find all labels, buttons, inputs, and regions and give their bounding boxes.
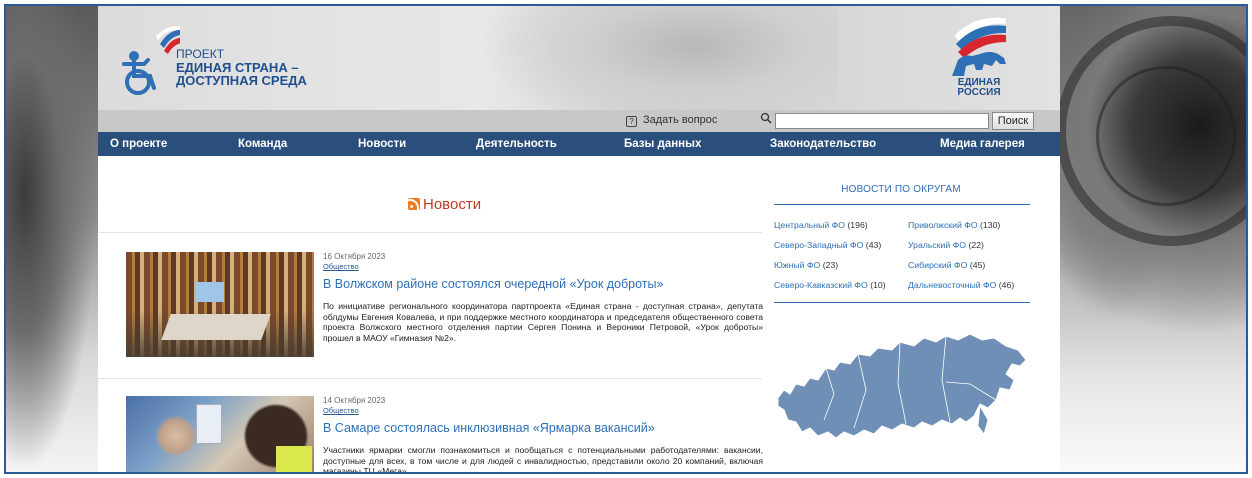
thumbnail-detail [276, 446, 312, 472]
article-excerpt: Участники ярмарки смогли познакомиться и… [323, 445, 763, 474]
district-count: (46) [998, 280, 1015, 290]
background-left [6, 6, 98, 472]
logo-right-line-2: РОССИЯ [957, 87, 1001, 98]
wheelchair-hub-decoration [1096, 66, 1236, 206]
sakhalin-shape[interactable] [977, 404, 989, 435]
district-north-caucasus[interactable]: Северо-Кавказский ФО (10) [774, 280, 886, 290]
search-button[interactable]: Поиск [992, 112, 1034, 130]
site-header: ПРОЕКТ ЕДИНАЯ СТРАНА – ДОСТУПНАЯ СРЕДА Е… [98, 6, 1060, 110]
nav-item-legislation[interactable]: Законодательство [770, 132, 876, 156]
russia-map[interactable] [774, 324, 1030, 454]
main-content: Новости 16 Октября 2023 Общество В Волжс… [98, 156, 1060, 474]
nav-item-news[interactable]: Новости [358, 132, 406, 156]
nav-item-databases[interactable]: Базы данных [624, 132, 701, 156]
article-date: 14 Октября 2023 [323, 396, 386, 405]
thumbnail-detail [196, 404, 222, 444]
header-photo [478, 6, 838, 110]
news-section-label: Новости [423, 196, 482, 213]
district-count: (43) [865, 240, 882, 250]
districts-sidebar: НОВОСТИ ПО ОКРУГАМ Центральный ФО (196) … [774, 156, 1036, 472]
district-name: Дальневосточный ФО [908, 280, 997, 290]
news-article: 16 Октября 2023 Общество В Волжском райо… [126, 252, 766, 362]
ask-question-label: Задать вопрос [643, 114, 718, 126]
district-volga[interactable]: Приволжский ФО (130) [908, 220, 1000, 230]
map-shape[interactable] [777, 333, 1027, 439]
nav-item-about[interactable]: О проекте [110, 132, 167, 156]
divider [98, 232, 762, 233]
sidebar-divider [774, 204, 1030, 205]
article-category-link[interactable]: Общество [323, 262, 763, 272]
rss-icon[interactable] [408, 198, 420, 210]
district-count: (22) [968, 240, 984, 250]
sidebar-title: НОВОСТИ ПО ОКРУГАМ [841, 184, 961, 195]
site-container: ПРОЕКТ ЕДИНАЯ СТРАНА – ДОСТУПНАЯ СРЕДА Е… [98, 6, 1060, 474]
nav-item-activity[interactable]: Деятельность [476, 132, 557, 156]
district-name: Южный ФО [774, 260, 821, 270]
question-icon: ? [626, 116, 637, 127]
district-northwest[interactable]: Северо-Западный ФО (43) [774, 240, 881, 250]
ask-question-link[interactable]: ? Задать вопрос [626, 114, 717, 127]
district-central[interactable]: Центральный ФО (196) [774, 220, 868, 230]
district-name: Уральский ФО [908, 240, 967, 250]
search-bar: ? Задать вопрос Поиск [98, 110, 1060, 132]
district-name: Северо-Кавказский ФО [774, 280, 868, 290]
district-name: Сибирский ФО [908, 260, 968, 270]
district-count: (45) [969, 260, 986, 270]
district-count: (23) [822, 260, 839, 270]
search-input[interactable] [775, 113, 989, 129]
district-south[interactable]: Южный ФО (23) [774, 260, 838, 270]
district-name: Центральный ФО [774, 220, 845, 230]
news-section-title[interactable]: Новости [408, 196, 481, 213]
main-nav: О проекте Команда Новости Деятельность Б… [98, 132, 1060, 156]
browser-viewport: ПРОЕКТ ЕДИНАЯ СТРАНА – ДОСТУПНАЯ СРЕДА Е… [4, 4, 1248, 474]
bear-flag-logo-icon [952, 17, 1007, 76]
article-category-link[interactable]: Общество [323, 406, 763, 416]
article-thumbnail[interactable] [126, 252, 314, 357]
nav-item-media-gallery[interactable]: Медиа галерея [940, 132, 1025, 156]
nav-item-team[interactable]: Команда [238, 132, 287, 156]
district-far-east[interactable]: Дальневосточный ФО (46) [908, 280, 1014, 290]
sidebar-divider [774, 302, 1030, 303]
district-count: (130) [980, 220, 1001, 230]
united-russia-logo[interactable]: ЕДИНАЯ РОССИЯ [944, 14, 1014, 104]
district-count: (196) [847, 220, 868, 230]
thumbnail-detail [161, 314, 271, 340]
accessibility-logo-icon [122, 26, 184, 95]
article-excerpt: По инициативе регионального координатора… [323, 301, 763, 343]
district-count: (10) [870, 280, 886, 290]
district-ural[interactable]: Уральский ФО (22) [908, 240, 984, 250]
district-siberia[interactable]: Сибирский ФО (45) [908, 260, 985, 270]
article-title-link[interactable]: В Волжском районе состоялся очередной «У… [323, 276, 763, 292]
article-title-link[interactable]: В Самаре состоялась инклюзивная «Ярмарка… [323, 420, 763, 436]
article-thumbnail[interactable] [126, 396, 314, 472]
article-date: 16 Октября 2023 [323, 252, 386, 261]
background-right [1050, 6, 1246, 472]
project-logo[interactable]: ПРОЕКТ ЕДИНАЯ СТРАНА – ДОСТУПНАЯ СРЕДА [120, 18, 310, 98]
magnifier-icon [760, 112, 772, 127]
logo-line-3: ДОСТУПНАЯ СРЕДА [176, 73, 307, 88]
district-name: Приволжский ФО [908, 220, 978, 230]
district-name: Северо-Западный ФО [774, 240, 864, 250]
divider [98, 378, 762, 379]
news-article: 14 Октября 2023 Общество В Самаре состоя… [126, 396, 766, 474]
thumbnail-detail [196, 282, 224, 302]
